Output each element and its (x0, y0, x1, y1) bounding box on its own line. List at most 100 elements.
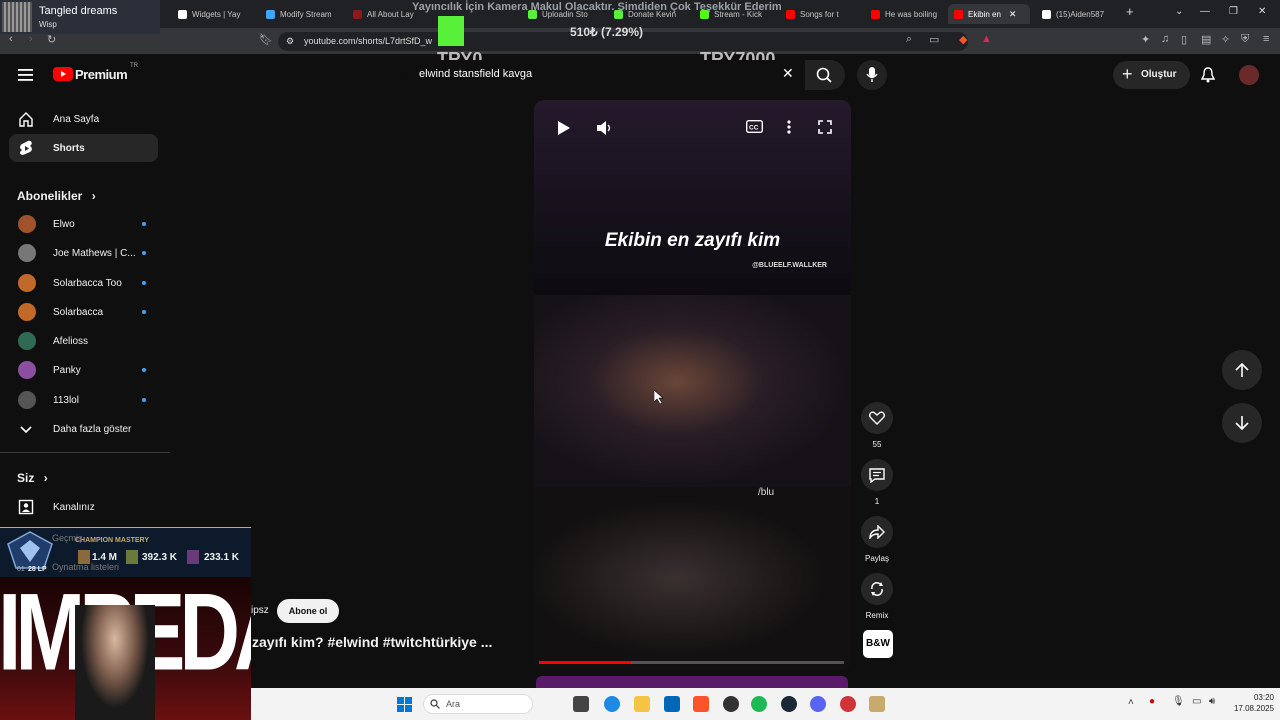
you-heading[interactable]: Siz › (17, 471, 48, 485)
sidebar-subscription[interactable]: Joe Mathews | C... (9, 239, 158, 267)
channel-name: Solarbacca Too (53, 277, 122, 289)
remix-label: Remix (865, 611, 889, 620)
next-short-button[interactable] (1222, 403, 1262, 443)
browser-tab-active[interactable]: Ekibin en ✕ (948, 4, 1030, 24)
tray-app-icon[interactable]: ● (1149, 696, 1155, 707)
site-info-icon[interactable]: ⚙ (286, 36, 294, 47)
restore-icon[interactable]: ❐ (1229, 6, 1238, 17)
music-sound-badge[interactable]: B&W (863, 630, 893, 658)
brave-browser-icon[interactable] (693, 696, 709, 712)
tray-overflow-chevron-icon[interactable]: ˄ (1128, 697, 1134, 708)
taskbar-search-box[interactable]: Ara (423, 694, 533, 714)
subscriptions-heading[interactable]: Abonelikler › (17, 189, 96, 203)
minimize-icon[interactable]: — (1200, 6, 1210, 17)
windows-start-icon[interactable] (397, 697, 412, 712)
like-button[interactable] (861, 402, 893, 434)
short-title[interactable]: zayıfı kim? #elwind #twitchtürkiye ... (252, 634, 492, 650)
browser-tab[interactable]: Modify Stream (266, 4, 348, 24)
premium-wordmark[interactable]: Premium (75, 67, 128, 82)
volume-tray-icon[interactable]: 🔊︎ (1209, 696, 1215, 707)
remix-button[interactable] (861, 573, 893, 605)
captions-icon[interactable]: CC (746, 120, 763, 133)
subscribe-button[interactable]: Abone ol (277, 599, 339, 623)
video-progress-bar[interactable] (539, 661, 844, 664)
shorts-video-player[interactable]: Ekibin en zayıfı kim @BLUEELF.WALLKER /b… (534, 100, 851, 670)
remix-action[interactable]: Remix (861, 573, 893, 620)
browser-tab[interactable]: Widgets | Yay (178, 4, 258, 24)
tab-favicon-icon (266, 9, 275, 19)
create-button[interactable]: + Oluştur (1113, 61, 1190, 89)
like-action[interactable]: 55 (861, 402, 893, 449)
spotify-icon[interactable] (751, 696, 767, 712)
short-channel-name[interactable]: ipsz (251, 605, 269, 616)
forward-icon[interactable]: › (29, 33, 33, 45)
search-button[interactable] (805, 60, 845, 90)
media-icon[interactable]: ♫ (1161, 33, 1169, 45)
show-more-button[interactable]: Daha fazla göster (9, 415, 158, 443)
play-icon[interactable] (557, 120, 571, 136)
sidebar-subscription[interactable]: Afelioss (9, 327, 158, 355)
file-explorer-icon[interactable] (634, 696, 650, 712)
zoom-icon[interactable]: ⌕ (906, 33, 912, 46)
steam-icon[interactable] (781, 696, 797, 712)
search-input[interactable]: elwind stansfield kavga ✕ (407, 60, 804, 90)
vpn-icon[interactable]: ⛨ (1241, 33, 1249, 46)
close-window-icon[interactable]: ✕ (1258, 6, 1266, 17)
sidebar-subscription[interactable]: Elwo (9, 210, 158, 238)
sidebar-subscription[interactable]: Panky (9, 356, 158, 384)
wallet-icon[interactable]: ▤ (1201, 33, 1211, 46)
account-avatar[interactable] (1239, 65, 1259, 85)
brave-shield-icon[interactable]: ◆ (959, 33, 967, 46)
new-content-dot (142, 222, 146, 226)
back-icon[interactable]: ‹ (9, 33, 13, 45)
sidebar-subscription[interactable]: 113lol (9, 386, 158, 414)
share-button[interactable] (861, 516, 893, 548)
browser-tab[interactable]: Songs for t (786, 4, 852, 24)
next-short-preview[interactable] (536, 676, 848, 688)
close-tab-icon[interactable]: ✕ (1009, 9, 1017, 20)
hamburger-menu-icon[interactable] (18, 69, 33, 81)
sidebar-item-label: Ana Sayfa (53, 113, 100, 125)
riot-client-icon[interactable] (840, 696, 856, 712)
league-of-legends-icon[interactable] (869, 696, 885, 712)
rewards-icon[interactable]: ▲ (981, 33, 992, 45)
bookmark-icon[interactable]: 🔖︎ (259, 33, 273, 46)
obs-studio-icon[interactable] (723, 696, 739, 712)
browser-tab[interactable]: He was boiling (871, 4, 943, 24)
notifications-bell-icon[interactable] (1201, 67, 1215, 83)
edge-browser-icon[interactable] (604, 696, 620, 712)
more-options-icon[interactable] (787, 120, 791, 134)
sidebar-item-shorts[interactable]: Shorts (9, 134, 158, 162)
sidebar-item-history[interactable]: Geçmiş (52, 533, 83, 543)
clear-search-icon[interactable]: ✕ (782, 65, 794, 82)
menu-icon[interactable]: ≡ (1263, 33, 1269, 45)
extensions-icon[interactable]: ✦ (1141, 33, 1150, 46)
sidebar-subscription[interactable]: Solarbacca Too (9, 269, 158, 297)
voice-search-button[interactable] (857, 60, 887, 90)
previous-short-button[interactable] (1222, 350, 1262, 390)
cast-icon[interactable]: ▭ (929, 33, 939, 46)
reload-icon[interactable]: ↻ (47, 33, 56, 46)
sidebar-toggle-icon[interactable]: ▯ (1181, 33, 1187, 46)
comments-button[interactable] (861, 459, 893, 491)
discord-icon[interactable] (810, 696, 826, 712)
leo-icon[interactable]: ✧ (1221, 33, 1230, 46)
tab-list-chevron-icon[interactable]: ⌄ (1175, 6, 1183, 17)
microsoft-store-icon[interactable] (664, 696, 680, 712)
comment-action[interactable]: 1 (861, 459, 893, 506)
sidebar-subscription[interactable]: Solarbacca (9, 298, 158, 326)
sidebar-item-playlists[interactable]: Oynatma listeleri (52, 562, 119, 572)
new-tab-icon[interactable]: + (1126, 4, 1134, 19)
sidebar-item-home[interactable]: Ana Sayfa (9, 105, 158, 133)
sidebar-item-label: Kanalınız (53, 501, 95, 513)
browser-tab[interactable]: (15)Aiden587 (1042, 4, 1118, 24)
youtube-logo-icon[interactable] (53, 67, 73, 81)
network-icon[interactable]: ▭ (1192, 696, 1201, 707)
microphone-tray-icon[interactable]: 🎙︎ (1172, 696, 1185, 707)
share-action[interactable]: Paylaş (861, 516, 893, 563)
volume-icon[interactable] (596, 120, 612, 136)
task-view-icon[interactable] (573, 696, 589, 712)
sidebar-item-your-channel[interactable]: Kanalınız (9, 493, 158, 521)
taskbar-clock[interactable]: 03:20 17.08.2025 (1230, 692, 1274, 714)
fullscreen-icon[interactable] (818, 120, 832, 134)
